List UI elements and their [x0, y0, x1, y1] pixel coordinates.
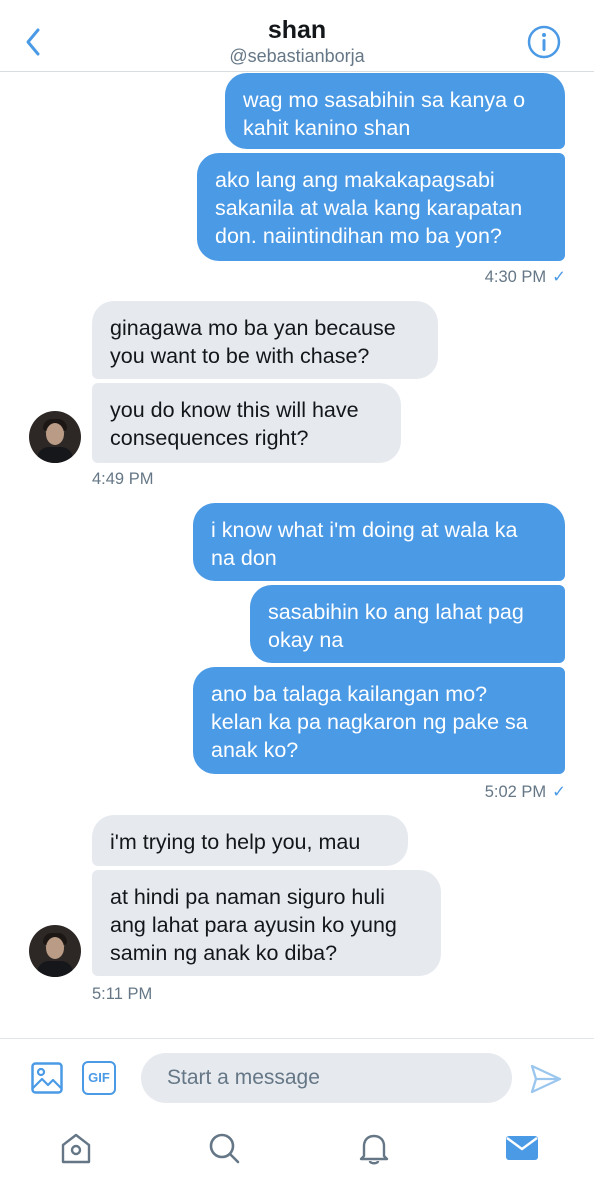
tab-messages[interactable] — [502, 1128, 542, 1168]
notifications-icon — [359, 1134, 389, 1165]
tab-notifications[interactable] — [354, 1128, 394, 1168]
tab-bar — [0, 1116, 594, 1200]
send-icon — [530, 1064, 562, 1094]
info-icon — [527, 25, 561, 59]
image-icon — [31, 1062, 63, 1094]
read-receipt-icon: ✓ — [552, 268, 566, 286]
tab-search[interactable] — [204, 1128, 244, 1168]
message-timestamp: 4:30 PM ✓ — [484, 268, 566, 286]
tab-home[interactable] — [56, 1128, 96, 1168]
gif-button[interactable]: GIF — [82, 1061, 116, 1095]
photo-button[interactable] — [30, 1061, 64, 1095]
outgoing-message[interactable]: i know what i'm doing at wala ka na don — [193, 503, 565, 581]
message-timestamp: 5:11 PM — [92, 985, 153, 1003]
incoming-message[interactable]: you do know this will have consequences … — [92, 383, 401, 463]
read-receipt-icon: ✓ — [552, 783, 566, 801]
search-icon — [209, 1133, 240, 1164]
outgoing-message[interactable]: ako lang ang makakapagsabi sakanila at w… — [197, 153, 565, 261]
incoming-message[interactable]: i'm trying to help you, mau — [92, 815, 408, 866]
messages-icon — [506, 1136, 538, 1160]
info-button[interactable] — [526, 24, 562, 60]
send-button[interactable] — [528, 1061, 564, 1097]
incoming-message[interactable]: ginagawa mo ba yan because you want to b… — [92, 301, 438, 379]
outgoing-message[interactable]: sasabihin ko ang lahat pag okay na — [250, 585, 565, 663]
message-input[interactable] — [141, 1053, 512, 1103]
home-icon — [61, 1133, 91, 1164]
contact-handle[interactable]: @sebastianborja — [0, 46, 594, 67]
message-composer: GIF — [0, 1038, 594, 1116]
contact-name[interactable]: shan — [0, 16, 594, 45]
message-timestamp: 5:02 PM ✓ — [484, 783, 566, 801]
avatar[interactable] — [29, 925, 81, 977]
message-timestamp: 4:49 PM — [92, 470, 154, 488]
avatar[interactable] — [29, 411, 81, 463]
incoming-message[interactable]: at hindi pa naman siguro huli ang lahat … — [92, 870, 441, 976]
outgoing-message[interactable]: ano ba talaga kailangan mo? kelan ka pa … — [193, 667, 565, 774]
outgoing-message[interactable]: wag mo sasabihin sa kanya o kahit kanino… — [225, 73, 565, 149]
conversation-header: shan @sebastianborja — [0, 0, 594, 72]
